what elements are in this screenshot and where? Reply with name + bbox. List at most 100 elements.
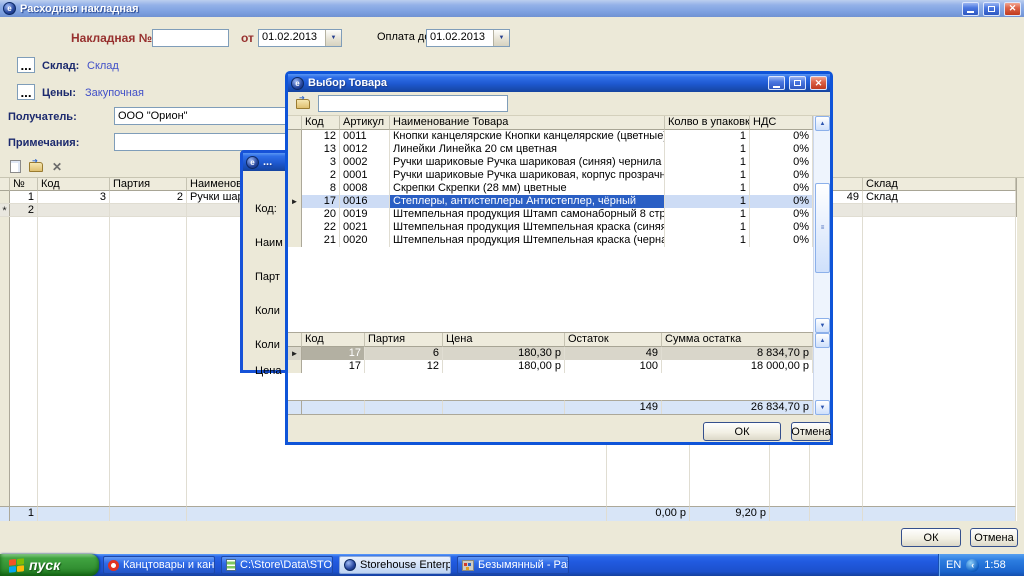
date-from-label: от xyxy=(241,31,254,45)
main-window-title: Расходная накладная xyxy=(20,3,958,15)
products-header: Код Артикул Наименование Товара Колво в … xyxy=(288,116,830,130)
products-scrollbar[interactable]: ▲ ≡ ▼ xyxy=(813,116,830,333)
batches-table: Код Партия Цена Остаток Сумма остатка 17… xyxy=(288,333,830,415)
system-tray: EN ‹ 1:58 xyxy=(938,554,1024,576)
product-row[interactable]: 120011Кнопки канцелярские Кнопки канцеля… xyxy=(288,130,830,143)
pay-until-value: 01.02.2013 xyxy=(427,30,493,46)
product-select-dialog: e Выбор Товара ✕ Код Артикул Наименовани… xyxy=(285,71,833,445)
scroll-down-icon[interactable]: ▼ xyxy=(815,400,830,415)
dialog-cancel-button[interactable]: Отмена xyxy=(791,422,831,441)
notes-label: Примечания: xyxy=(8,137,79,149)
current-row-marker xyxy=(288,195,302,208)
header-code[interactable]: Код xyxy=(302,333,365,347)
clock[interactable]: 1:58 xyxy=(984,559,1005,571)
quantity-label: Коли xyxy=(255,305,280,317)
minimize-button[interactable] xyxy=(962,2,979,16)
product-row[interactable]: 200019Штемпельная продукция Штамп самона… xyxy=(288,208,830,221)
header-article[interactable]: Артикул xyxy=(340,116,390,130)
taskbar-task-explorer[interactable]: C:\Store\Data\STOR... xyxy=(221,556,333,574)
new-document-icon[interactable] xyxy=(6,158,24,175)
product-row[interactable]: 130012Линейки Линейка 20 см цветная10% xyxy=(288,143,830,156)
taskbar-task-paint[interactable]: Безымянный - Paint xyxy=(457,556,569,574)
header-num[interactable]: № xyxy=(10,178,38,191)
row-marker xyxy=(0,191,10,203)
code-label: Код: xyxy=(255,203,277,215)
scroll-down-icon[interactable]: ▼ xyxy=(815,318,830,333)
current-row-marker xyxy=(288,347,302,360)
close-button[interactable]: ✕ xyxy=(810,76,827,90)
taskbar-task-opera[interactable]: Канцтовары и канц... xyxy=(103,556,215,574)
name-label: Наим xyxy=(255,237,283,249)
invoice-number-input[interactable] xyxy=(152,29,229,47)
batch-row[interactable]: 17 12 180,00 р 100 18 000,00 р xyxy=(288,360,830,373)
product-row-selected[interactable]: 170016Степлеры, антистеплеры Антистеплер… xyxy=(288,195,830,208)
maximize-button[interactable] xyxy=(789,76,806,90)
num-cell: 2 xyxy=(10,204,38,216)
tray-app-icon[interactable]: ‹ xyxy=(966,559,979,572)
product-row[interactable]: 210020Штемпельная продукция Штемпельная … xyxy=(288,234,830,247)
prices-picker-button[interactable]: ... xyxy=(17,84,35,100)
scroll-up-icon[interactable]: ▲ xyxy=(815,116,830,131)
scrollbar-thumb[interactable]: ≡ xyxy=(815,183,830,273)
header-price[interactable]: Цена xyxy=(443,333,565,347)
start-button[interactable]: пуск xyxy=(0,554,99,576)
storehouse-icon: e xyxy=(291,77,304,90)
close-button[interactable]: ✕ xyxy=(1004,2,1021,16)
batches-header: Код Партия Цена Остаток Сумма остатка xyxy=(288,333,830,347)
scroll-up-icon[interactable]: ▲ xyxy=(815,333,830,348)
minimize-button[interactable] xyxy=(768,76,785,90)
storehouse-icon xyxy=(344,559,356,571)
product-row[interactable]: 20001Ручки шариковые Ручка шариковая, ко… xyxy=(288,169,830,182)
cancel-button[interactable]: Отмена xyxy=(970,528,1018,547)
warehouse-picker-button[interactable]: ... xyxy=(17,57,35,73)
header-name[interactable]: Наименование Товара xyxy=(390,116,665,130)
batches-totals-row: 149 26 834,70 р xyxy=(288,400,813,414)
totals-stock-sum: 26 834,70 р xyxy=(662,400,813,414)
batch-label: Парт xyxy=(255,271,280,283)
header-code[interactable]: Код xyxy=(302,116,340,130)
header-stock-sum[interactable]: Сумма остатка xyxy=(662,333,813,347)
header-pack-qty[interactable]: Колво в упаковке xyxy=(665,116,750,130)
totals-sum-b: 9,20 р xyxy=(690,506,770,521)
taskbar-task-storehouse[interactable]: Storehouse Enterprise xyxy=(339,556,451,574)
cell xyxy=(110,204,187,216)
header-batch[interactable]: Партия xyxy=(110,178,187,191)
chevron-down-icon[interactable]: ▼ xyxy=(493,30,509,46)
windows-logo-icon xyxy=(9,558,24,573)
ok-button[interactable]: ОК xyxy=(901,528,961,547)
header-batch[interactable]: Партия xyxy=(365,333,443,347)
language-indicator[interactable]: EN xyxy=(946,559,961,571)
opera-icon xyxy=(108,560,119,571)
warehouse-value: Склад xyxy=(87,60,119,72)
open-icon[interactable] xyxy=(27,158,45,175)
date-from-combo[interactable]: 01.02.2013 ▼ xyxy=(258,29,342,47)
desktop: e Расходная накладная ✕ Накладная № от 0… xyxy=(0,0,1024,576)
batches-scrollbar[interactable]: ▲ ▼ xyxy=(813,333,830,415)
code-cell: 3 xyxy=(38,191,110,203)
product-search-input[interactable] xyxy=(318,95,508,112)
pay-until-combo[interactable]: 01.02.2013 ▼ xyxy=(426,29,510,47)
new-row-marker xyxy=(0,204,10,216)
header-code[interactable]: Код xyxy=(38,178,110,191)
open-icon[interactable] xyxy=(294,95,312,112)
product-row[interactable]: 80008Скрепки Скрепки (28 мм) цветные10% xyxy=(288,182,830,195)
storehouse-icon: e xyxy=(246,156,259,169)
header-vat[interactable]: НДС xyxy=(750,116,813,130)
header-store[interactable]: Склад xyxy=(863,178,1016,191)
batch-cell: 2 xyxy=(110,191,187,203)
warehouse-label: Склад: xyxy=(42,60,79,72)
batch-row-selected[interactable]: 17 6 180,30 р 49 8 834,70 р xyxy=(288,347,830,360)
restore-button[interactable] xyxy=(983,2,1000,16)
price-label: Цена xyxy=(255,365,281,377)
chevron-down-icon[interactable]: ▼ xyxy=(325,30,341,46)
dialog-ok-button[interactable]: ОК xyxy=(703,422,781,441)
header-stock[interactable]: Остаток xyxy=(565,333,662,347)
totals-sum-a: 0,00 р xyxy=(607,506,690,521)
code-cell-focused[interactable] xyxy=(38,204,110,216)
storehouse-icon: e xyxy=(3,2,16,15)
recipient-label: Получатель: xyxy=(8,111,77,123)
product-row[interactable]: 220021Штемпельная продукция Штемпельная … xyxy=(288,221,830,234)
taskbar: пуск Канцтовары и канц... C:\Store\Data\… xyxy=(0,554,1024,576)
delete-icon[interactable]: ✕ xyxy=(48,158,66,175)
product-row[interactable]: 30002Ручки шариковые Ручка шариковая (си… xyxy=(288,156,830,169)
